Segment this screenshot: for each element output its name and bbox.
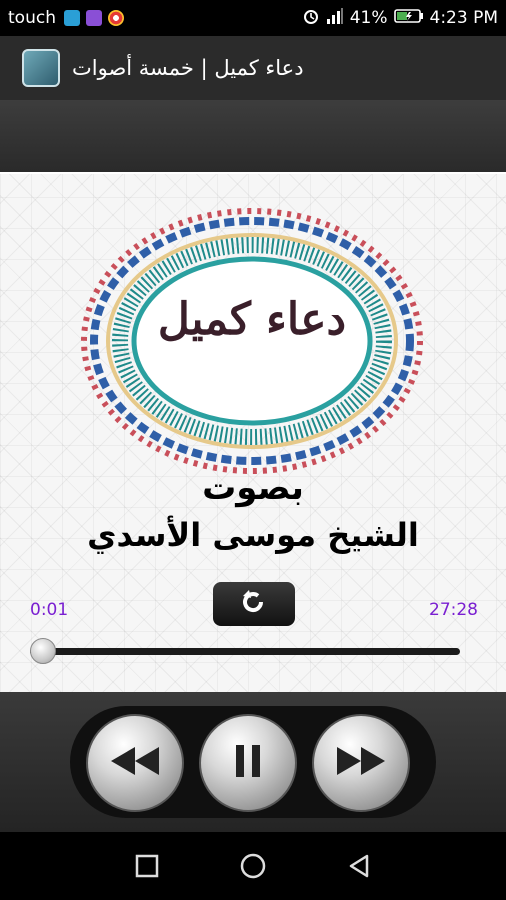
clock: 4:23 PM: [429, 8, 499, 28]
alarm-icon: [302, 7, 320, 30]
playback-controls: [0, 692, 506, 832]
signal-icon: [326, 7, 344, 29]
back-icon[interactable]: [344, 851, 374, 881]
toolbar-strip: [0, 100, 506, 172]
pause-icon: [233, 743, 263, 783]
total-time: 27:28: [429, 600, 478, 620]
seek-thumb[interactable]: [30, 638, 56, 664]
player-artwork-area: دعاء كميل بصوت الشيخ موسى الأسدي 0:01 27…: [0, 172, 506, 694]
repeat-icon: [237, 588, 271, 620]
image-icon: [63, 10, 80, 26]
battery-percent: 41%: [349, 8, 388, 28]
status-bar: touch 41% 4:23 PM: [0, 0, 506, 36]
current-time: 0:01: [30, 600, 69, 620]
chrome-icon: [107, 10, 124, 26]
reciter-name: الشيخ موسى الأسدي: [87, 516, 419, 554]
fast-forward-icon: [334, 743, 388, 783]
recents-icon[interactable]: [132, 851, 162, 881]
reciter-label: بصوت: [202, 468, 304, 508]
pause-button[interactable]: [199, 714, 297, 812]
system-nav-bar: [0, 832, 506, 900]
music-icon: [85, 10, 102, 26]
seek-bar[interactable]: [30, 638, 460, 664]
battery-icon: [393, 8, 424, 29]
emblem-title: دعاء كميل: [157, 294, 347, 345]
action-bar: دعاء كميل | خمسة أصوات: [0, 36, 506, 100]
carrier-label: touch: [8, 8, 56, 28]
repeat-button[interactable]: [213, 582, 295, 626]
app-logo-icon: [22, 49, 60, 87]
app-title: دعاء كميل | خمسة أصوات: [72, 56, 304, 80]
fast-forward-button[interactable]: [312, 714, 410, 812]
rewind-icon: [108, 743, 162, 783]
seek-track: [30, 648, 460, 655]
home-icon[interactable]: [238, 851, 268, 881]
rewind-button[interactable]: [86, 714, 184, 812]
